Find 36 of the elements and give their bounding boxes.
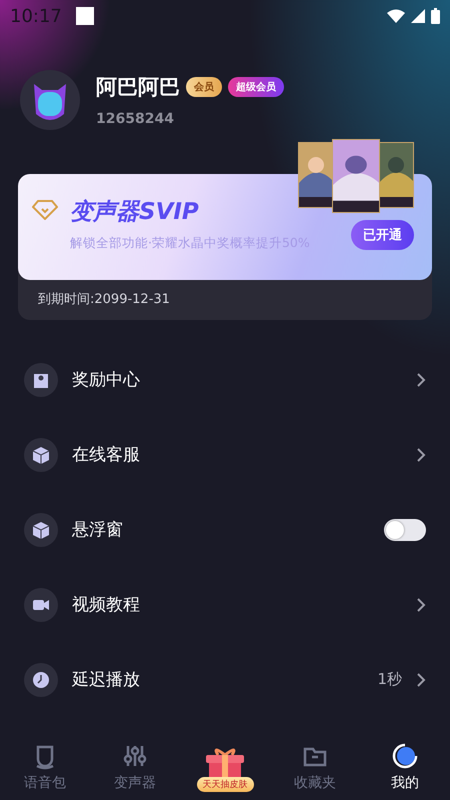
chevron-right-icon <box>416 372 426 388</box>
activated-button[interactable]: 已开通 <box>351 220 414 250</box>
user-id: 12658244 <box>96 111 175 127</box>
signal-icon <box>411 9 425 23</box>
menu-item[interactable]: 延迟播放 <box>72 668 364 691</box>
avatar[interactable] <box>20 70 80 130</box>
chevron-right-icon <box>416 596 426 612</box>
avatar-icon[interactable] <box>391 742 419 770</box>
menu-item[interactable]: 悬浮窗 <box>72 518 370 541</box>
chevron-right-icon <box>416 672 426 688</box>
clock-icon <box>24 662 58 696</box>
menu-item[interactable]: 视频教程 <box>72 593 402 616</box>
cube-icon <box>24 438 58 472</box>
toggle-switch[interactable] <box>384 518 426 540</box>
diamond-icon <box>32 200 58 220</box>
vip-title: 变声器SVIP <box>70 198 200 227</box>
notification-icon <box>76 7 94 25</box>
menu-item[interactable]: 奖励中心 <box>72 368 402 391</box>
status-time: 10:17 <box>10 6 62 26</box>
cube-icon <box>24 512 58 546</box>
wifi-icon <box>387 9 405 23</box>
battery-icon <box>431 8 440 24</box>
gift-icon <box>24 362 58 396</box>
member-badge: 会员 <box>186 77 222 97</box>
promo-label[interactable]: 天天抽皮肤 <box>196 777 254 792</box>
tab-label[interactable]: 语音包 <box>24 774 66 792</box>
tab-label[interactable]: 收藏夹 <box>294 774 336 792</box>
member-badge: 超级会员 <box>228 77 284 97</box>
user-name: 阿巴阿巴 <box>96 74 180 101</box>
tab-label[interactable]: 我的 <box>391 774 419 792</box>
expiry-date: 到期时间:2099-12-31 <box>37 291 171 309</box>
tab-label[interactable]: 变声器 <box>114 774 156 792</box>
video-camera-icon <box>24 588 58 622</box>
chevron-right-icon <box>416 446 426 462</box>
menu-item[interactable]: 在线客服 <box>72 443 402 466</box>
delay-value: 1秒 <box>377 670 402 689</box>
